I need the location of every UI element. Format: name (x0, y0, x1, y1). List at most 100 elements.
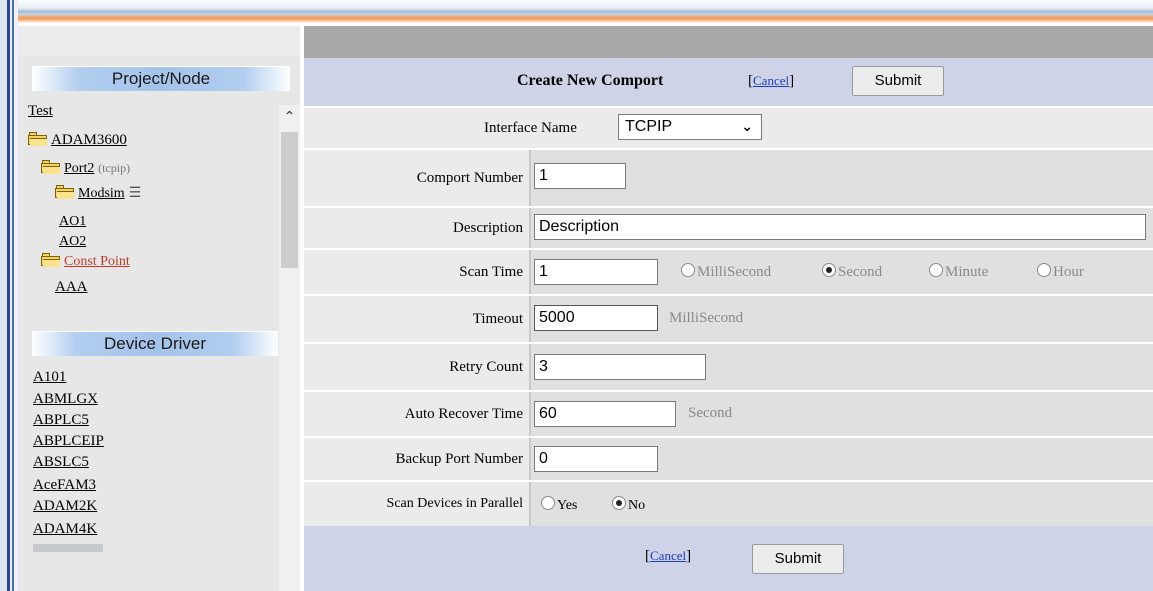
interface-select[interactable]: TCPIP ⌄ (618, 114, 762, 140)
timeout-input[interactable]: 5000 (534, 305, 658, 331)
timeout-value-cell: 5000 MilliSecond (531, 296, 1153, 342)
driver-link[interactable]: AceFAM3 (33, 477, 96, 494)
auto-recover-value-cell: 60 Second (531, 392, 1153, 436)
form-footer: [Cancel] Submit (304, 526, 1153, 591)
retry-count-input[interactable]: 3 (534, 354, 706, 380)
tree-item-label[interactable]: AO1 (59, 214, 86, 229)
timeout-label: Timeout (304, 296, 529, 342)
tree-item-port2[interactable]: Port2 (tcpip) (41, 160, 130, 177)
auto-recover-input[interactable]: 60 (534, 401, 676, 427)
device-driver-header: Device Driver (32, 331, 278, 356)
radio-second[interactable] (822, 263, 836, 277)
auto-recover-row: Auto Recover Time 60 Second (304, 390, 1153, 436)
tree-item-label[interactable]: AO2 (59, 234, 86, 249)
form-top-bar (304, 26, 1153, 58)
window-left-border (0, 0, 18, 591)
comport-label: Comport Number (304, 150, 529, 206)
scan-time-row: Scan Time 1 MilliSecond Second Minute Ho… (304, 248, 1153, 294)
backup-port-label: Backup Port Number (304, 438, 529, 480)
tree-item-label[interactable]: AAA (55, 279, 88, 295)
tree-item-label[interactable]: Const Point (64, 254, 130, 269)
chevron-up-icon[interactable]: ⌃ (279, 105, 300, 127)
tree-item-label[interactable]: ADAM3600 (51, 132, 127, 148)
scan-time-label: Scan Time (304, 250, 529, 294)
retry-row: Retry Count 3 (304, 342, 1153, 390)
window-top-border (0, 0, 1153, 26)
auto-recover-label: Auto Recover Time (304, 392, 529, 436)
interface-row: Interface Name TCPIP ⌄ (304, 106, 1153, 148)
comport-row: Comport Number 1 (304, 148, 1153, 206)
tree-item-label[interactable]: Test (28, 103, 53, 119)
folder-icon (55, 185, 75, 199)
folder-icon (41, 253, 61, 267)
cancel-link-text[interactable]: Cancel (650, 548, 686, 563)
timeout-row: Timeout 5000 MilliSecond (304, 294, 1153, 342)
timeout-unit: MilliSecond (669, 310, 744, 326)
project-node-header: Project/Node (32, 66, 290, 91)
cancel-link-bottom[interactable]: [Cancel] (645, 548, 691, 565)
scan-unit-minute[interactable]: Minute (929, 263, 988, 281)
radio-hour[interactable] (1037, 263, 1051, 277)
backup-port-input[interactable]: 0 (534, 446, 658, 472)
parallel-row: Scan Devices in Parallel Yes No (304, 480, 1153, 526)
cut-off-item (33, 544, 103, 552)
left-panel: Project/Node Test ADAM3600 Port2 (tcpip)… (18, 26, 300, 591)
driver-link[interactable]: ABPLCEIP (33, 433, 104, 450)
radio-yes[interactable] (541, 496, 555, 510)
tree-item-label[interactable]: Modsim (78, 186, 125, 201)
description-input[interactable]: Description (534, 214, 1146, 240)
left-panel-scrollbar[interactable]: ⌃ (279, 105, 300, 591)
description-row: Description Description (304, 206, 1153, 248)
tree-item-sub: (tcpip) (98, 161, 131, 175)
tree-item-ao2[interactable]: AO2 (59, 233, 86, 250)
submit-button-bottom[interactable]: Submit (752, 544, 844, 574)
chevron-down-icon: ⌄ (741, 119, 753, 135)
list-icon[interactable]: ☰ (129, 186, 142, 201)
retry-label: Retry Count (304, 344, 529, 390)
form-title: Create New Comport (517, 72, 664, 89)
scan-unit-millisecond[interactable]: MilliSecond (681, 263, 771, 281)
scroll-thumb[interactable] (281, 132, 298, 268)
description-label: Description (304, 208, 529, 248)
driver-link[interactable]: ABSLC5 (33, 454, 89, 471)
scan-unit-second[interactable]: Second (822, 263, 882, 281)
driver-link[interactable]: ADAM4K (33, 521, 97, 538)
radio-millisecond[interactable] (681, 263, 695, 277)
auto-recover-unit: Second (688, 405, 733, 421)
tree-item-adam3600[interactable]: ADAM3600 (28, 132, 127, 149)
driver-link[interactable]: ABPLC5 (33, 412, 89, 429)
driver-link[interactable]: ADAM2K (33, 498, 97, 515)
comport-value-cell: 1 (531, 150, 1153, 206)
submit-button-top[interactable]: Submit (852, 66, 944, 96)
description-value-cell: Description (531, 208, 1153, 248)
tree-item-const-point[interactable]: Const Point (41, 253, 130, 270)
radio-minute[interactable] (929, 263, 943, 277)
driver-link[interactable]: A101 (33, 369, 66, 386)
form-header: Create New Comport [Cancel] Submit (304, 58, 1153, 106)
interface-selected: TCPIP (625, 118, 673, 135)
folder-icon (28, 132, 48, 146)
scan-unit-hour[interactable]: Hour (1037, 263, 1084, 281)
parallel-label: Scan Devices in Parallel (304, 482, 529, 526)
tree-item-ao1[interactable]: AO1 (59, 213, 86, 230)
scan-time-value-cell: 1 MilliSecond Second Minute Hour (531, 250, 1153, 294)
cancel-link-text[interactable]: Cancel (753, 73, 789, 88)
parallel-yes-option[interactable]: Yes (541, 496, 577, 514)
comport-number-input[interactable]: 1 (534, 163, 626, 189)
panel-spacer (18, 26, 300, 56)
tree-item-modsim[interactable]: Modsim ☰ (55, 185, 141, 202)
form-panel: Create New Comport [Cancel] Submit Inter… (304, 26, 1153, 591)
scan-time-input[interactable]: 1 (534, 259, 658, 285)
tree-item-label[interactable]: Port2 (64, 161, 94, 176)
tree-item-test[interactable]: Test (28, 103, 53, 120)
driver-link[interactable]: ABMLGX (33, 391, 98, 408)
retry-value-cell: 3 (531, 344, 1153, 390)
tree-item-aaa[interactable]: AAA (55, 279, 88, 296)
radio-no[interactable] (612, 496, 626, 510)
parallel-value-cell: Yes No (531, 482, 1153, 526)
parallel-no-option[interactable]: No (612, 496, 645, 514)
cancel-link-top[interactable]: [Cancel] (748, 73, 794, 90)
folder-icon (41, 160, 61, 174)
backup-port-value-cell: 0 (531, 438, 1153, 480)
backup-port-row: Backup Port Number 0 (304, 436, 1153, 480)
